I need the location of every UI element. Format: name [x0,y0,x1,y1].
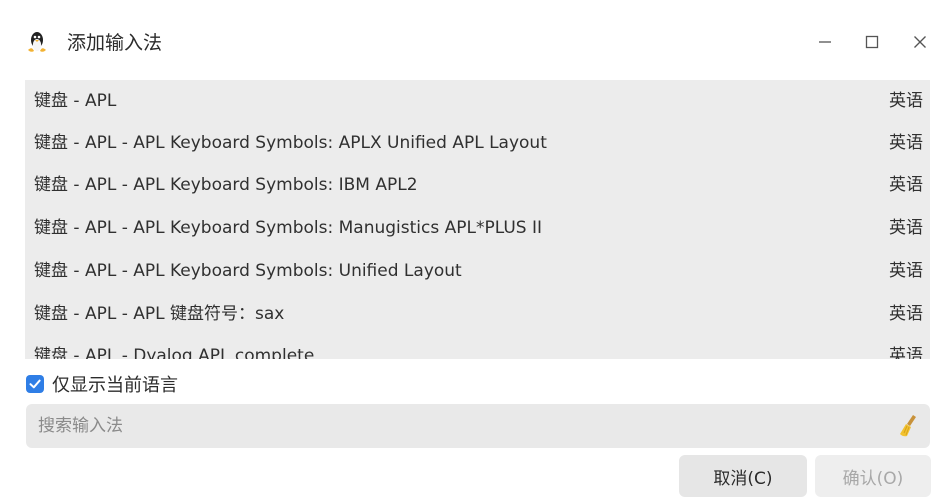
input-method-name: 键盘 - APL - APL Keyboard Symbols: APLX Un… [34,133,547,153]
penguin-icon [26,31,48,55]
input-method-language: 英语 [889,261,923,281]
list-item[interactable]: 键盘 - APL - APL Keyboard Symbols: Unified… [25,250,930,292]
list-item[interactable]: 键盘 - APL - APL 键盘符号：sax 英语 [25,293,930,335]
minimize-icon [819,41,831,43]
broom-icon[interactable] [898,414,920,438]
input-method-name: 键盘 - APL - APL Keyboard Symbols: Manugis… [34,218,543,238]
confirm-button[interactable]: 确认(O) [815,455,931,497]
show-current-language-label: 仅显示当前语言 [52,375,178,396]
input-method-name: 键盘 - APL - APL Keyboard Symbols: IBM APL… [34,175,418,195]
search-input[interactable] [26,404,886,448]
show-current-language-filter[interactable]: 仅显示当前语言 [26,372,178,396]
list-item[interactable]: 键盘 - APL - APL Keyboard Symbols: Manugis… [25,207,930,249]
list-item[interactable]: 键盘 - APL - Dyalog APL complete 英语 [25,335,930,359]
window-title: 添加输入法 [67,32,163,54]
close-button[interactable] [906,28,934,56]
show-current-language-checkbox[interactable] [26,375,44,393]
input-method-name: 键盘 - APL - APL Keyboard Symbols: Unified… [34,261,462,281]
input-method-list[interactable]: 键盘 - APL 英语 键盘 - APL - APL Keyboard Symb… [25,80,930,359]
title-bar: 添加输入法 [0,0,941,74]
list-item[interactable]: 键盘 - APL 英语 [25,80,930,122]
input-method-language: 英语 [889,175,923,195]
close-icon [914,36,926,48]
maximize-icon [865,35,879,49]
input-method-language: 英语 [889,133,923,153]
search-box [26,404,930,448]
input-method-language: 英语 [889,218,923,238]
list-item[interactable]: 键盘 - APL - APL Keyboard Symbols: APLX Un… [25,122,930,164]
input-method-language: 英语 [889,346,923,359]
cancel-button[interactable]: 取消(C) [679,455,807,497]
add-input-method-dialog: 添加输入法 键盘 - APL 英语 键盘 - APL - APL Keyboar… [0,0,941,499]
list-item[interactable]: 键盘 - APL - APL Keyboard Symbols: IBM APL… [25,164,930,206]
input-method-name: 键盘 - APL [34,91,117,111]
minimize-button[interactable] [811,28,839,56]
input-method-name: 键盘 - APL - Dyalog APL complete [34,346,315,359]
input-method-language: 英语 [889,304,923,324]
check-icon [29,379,41,389]
input-method-name: 键盘 - APL - APL 键盘符号：sax [34,304,285,324]
input-method-language: 英语 [889,91,923,111]
maximize-button[interactable] [858,28,886,56]
